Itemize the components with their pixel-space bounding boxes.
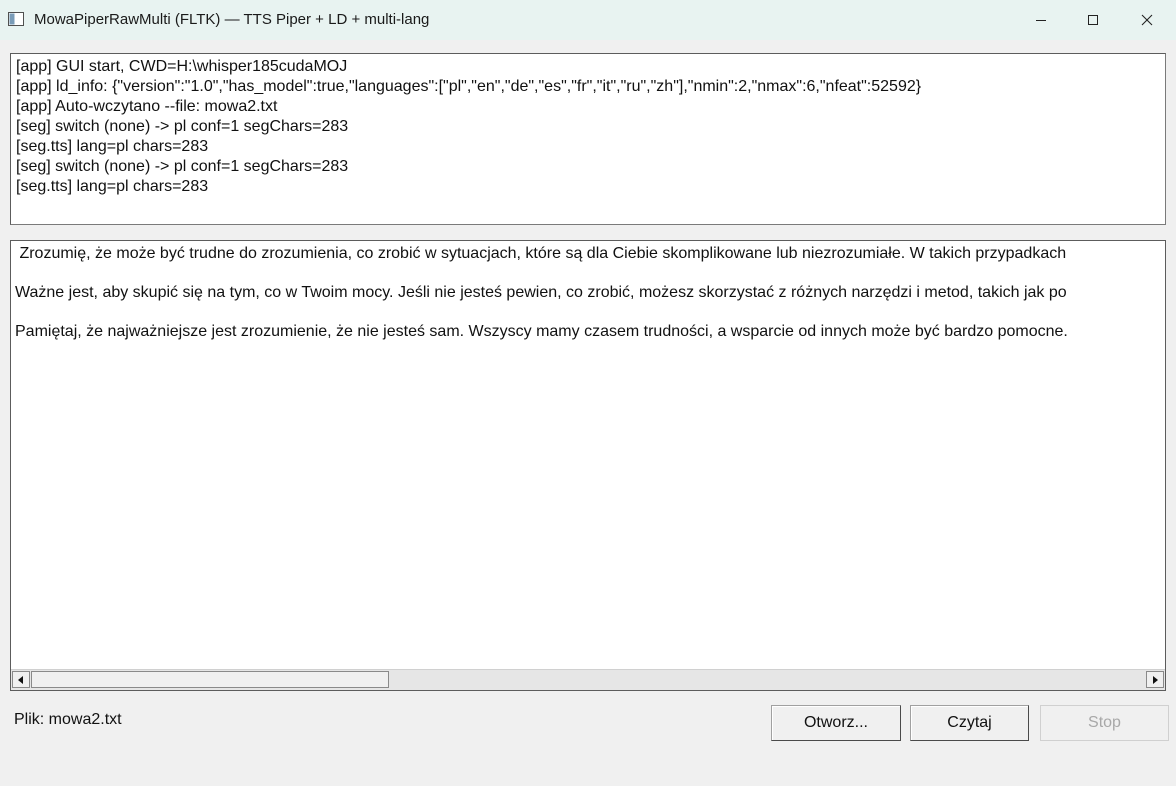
text-paragraph: Ważne jest, aby skupić się na tym, co w … [15, 284, 1067, 301]
open-button[interactable]: Otworz... [771, 705, 901, 741]
log-line: [seg] switch (none) -> pl conf=1 segChar… [16, 158, 349, 175]
log-line: [app] Auto-wczytano --file: mowa2.txt [16, 98, 278, 115]
read-button[interactable]: Czytaj [910, 705, 1029, 741]
text-editor-content[interactable]: Zrozumię, że może być trudne do zrozumie… [15, 244, 1163, 361]
log-line: [app] ld_info: {"version":"1.0","has_mod… [16, 78, 922, 95]
log-line: [seg.tts] lang=pl chars=283 [16, 178, 209, 195]
stop-button[interactable]: Stop [1040, 705, 1169, 741]
minimize-button[interactable] [1014, 0, 1068, 40]
file-name-label: Plik: mowa2.txt [14, 711, 122, 728]
scrollbar-thumb[interactable] [31, 671, 389, 688]
arrow-left-icon [18, 675, 23, 684]
maximize-button[interactable] [1066, 0, 1120, 40]
text-paragraph: Pamiętaj, że najważniejsze jest zrozumie… [15, 323, 1068, 340]
log-line: [app] GUI start, CWD=H:\whisper185cudaMO… [16, 58, 348, 75]
horizontal-scrollbar[interactable] [11, 669, 1165, 690]
scroll-right-button[interactable] [1146, 671, 1164, 688]
close-button[interactable] [1120, 0, 1174, 40]
scroll-left-button[interactable] [12, 671, 30, 688]
minimize-icon [1036, 20, 1046, 21]
app-window: MowaPiperRawMulti (FLTK) — TTS Piper + L… [0, 0, 1176, 786]
app-window-icon [8, 12, 24, 26]
close-icon [1141, 14, 1153, 26]
maximize-icon [1088, 15, 1098, 25]
title-bar[interactable]: MowaPiperRawMulti (FLTK) — TTS Piper + L… [0, 0, 1176, 40]
text-paragraph: Zrozumię, że może być trudne do zrozumie… [15, 245, 1067, 262]
log-output[interactable]: [app] GUI start, CWD=H:\whisper185cudaMO… [10, 53, 1166, 225]
log-line: [seg] switch (none) -> pl conf=1 segChar… [16, 118, 349, 135]
window-title: MowaPiperRawMulti (FLTK) — TTS Piper + L… [34, 11, 430, 28]
text-editor[interactable]: Zrozumię, że może być trudne do zrozumie… [10, 240, 1166, 691]
log-line: [seg.tts] lang=pl chars=283 [16, 138, 209, 155]
arrow-right-icon [1153, 675, 1158, 684]
